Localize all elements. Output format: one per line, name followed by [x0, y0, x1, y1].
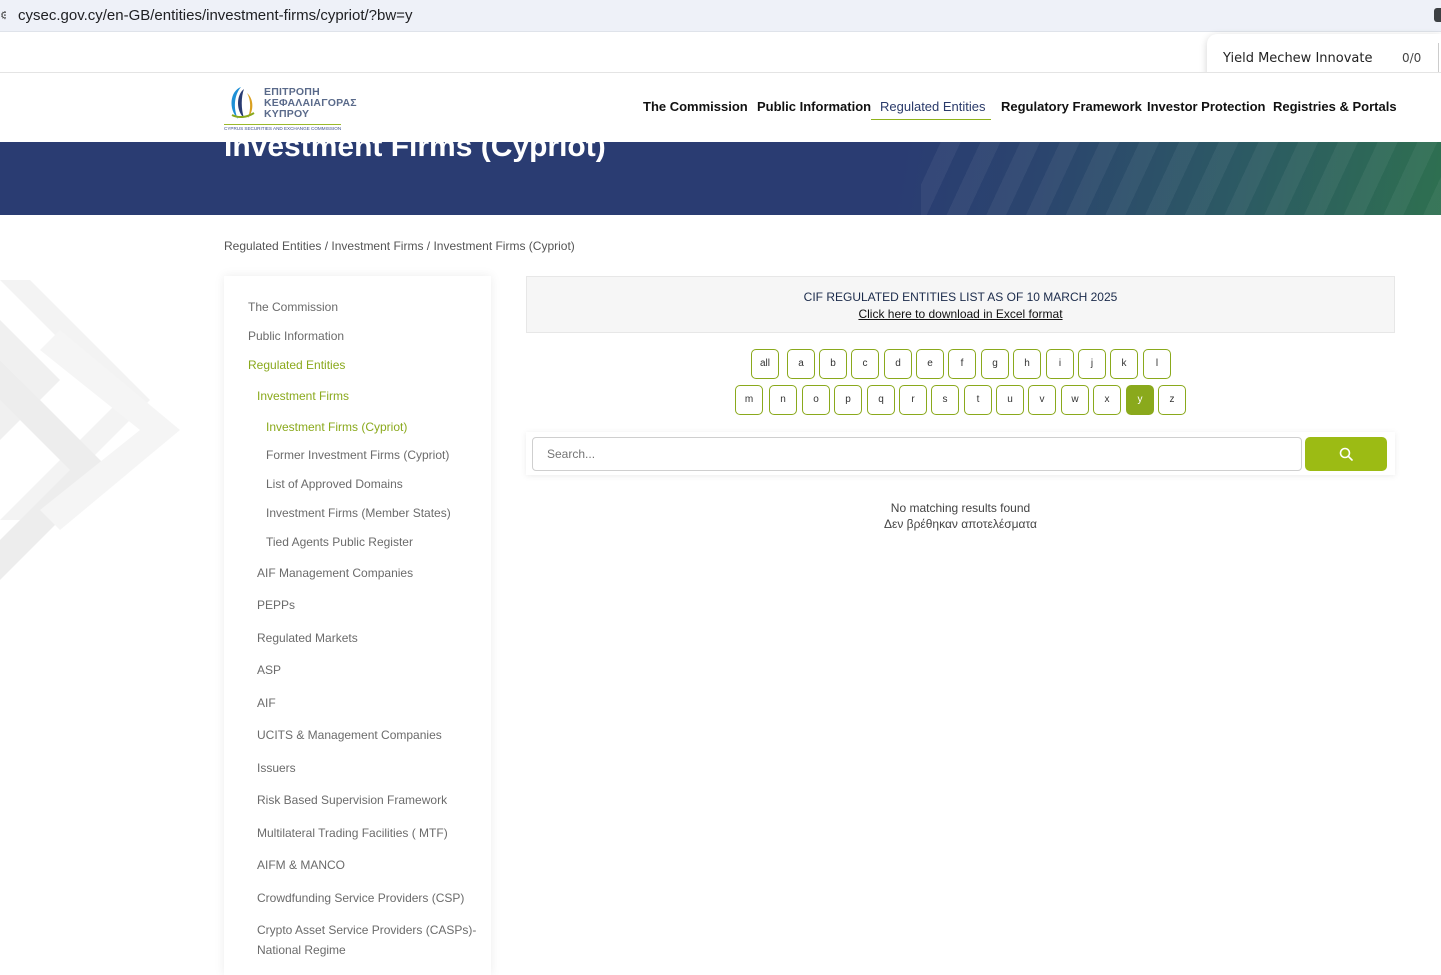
sidebar-item-csp[interactable]: Crowdfunding Service Providers (CSP): [257, 891, 464, 905]
page-hero-banner: Investment Firms (Cypriot): [0, 142, 1441, 215]
letter-filter-button[interactable]: r: [899, 385, 927, 415]
find-query-input[interactable]: Yield Mechew Innovate: [1223, 51, 1372, 66]
breadcrumb-separator: /: [423, 239, 434, 253]
extension-icon[interactable]: [1434, 8, 1441, 22]
notice-title: CIF REGULATED ENTITIES LIST AS OF 10 MAR…: [803, 290, 1118, 304]
nav-active-underline: [871, 119, 991, 120]
find-divider: [1438, 43, 1439, 74]
no-results-greek: Δεν βρέθηκαν αποτελέσματα: [883, 517, 1037, 531]
letter-filter-button[interactable]: e: [916, 349, 944, 379]
nav-investor-protection[interactable]: Investor Protection: [1147, 99, 1265, 114]
letter-filter-button[interactable]: o: [802, 385, 830, 415]
sidebar-item-aifm-manco[interactable]: AIFM & MANCO: [257, 858, 345, 872]
cysec-logo[interactable]: ΕΠΙΤΡΟΠΗ ΚΕΦΑΛΑΙΑΓΟΡΑΣ ΚΥΠΡΟΥ CYPRUS SEC…: [224, 84, 357, 132]
letter-filter-button[interactable]: d: [884, 349, 912, 379]
nav-regulatory-framework[interactable]: Regulatory Framework: [1001, 99, 1142, 114]
search-icon: [1339, 447, 1353, 461]
sidebar-item-regulated-markets[interactable]: Regulated Markets: [257, 631, 358, 645]
nav-registries-portals[interactable]: Registries & Portals: [1273, 99, 1397, 114]
letter-filter-button[interactable]: n: [769, 385, 797, 415]
logo-emblem-icon: [231, 87, 255, 119]
breadcrumb-separator: /: [321, 239, 332, 253]
letter-filter-button[interactable]: k: [1110, 349, 1138, 379]
logo-greek-line-3: ΚΥΠΡΟΥ: [264, 108, 310, 120]
sidebar-item-investment-firms-member-states[interactable]: Investment Firms (Member States): [266, 506, 451, 520]
nav-public-information[interactable]: Public Information: [757, 99, 871, 114]
cif-list-notice: CIF REGULATED ENTITIES LIST AS OF 10 MAR…: [526, 276, 1395, 333]
site-settings-icon[interactable]: ⚙: [0, 9, 6, 23]
nav-regulated-entities[interactable]: Regulated Entities: [880, 99, 986, 114]
excel-download-link[interactable]: Click here to download in Excel format: [527, 307, 1394, 321]
letter-filter-button[interactable]: x: [1093, 385, 1121, 415]
sidebar-item-investment-firms-cypriot[interactable]: Investment Firms (Cypriot): [266, 420, 407, 434]
breadcrumb-investment-firms[interactable]: Investment Firms: [331, 239, 423, 253]
search-input[interactable]: [532, 437, 1302, 471]
letter-filter-button[interactable]: b: [819, 349, 847, 379]
sidebar-item-ucits[interactable]: UCITS & Management Companies: [257, 728, 442, 742]
letter-filter-button[interactable]: m: [735, 385, 763, 415]
letter-filter-button[interactable]: a: [787, 349, 815, 379]
letter-filter-button[interactable]: i: [1046, 349, 1074, 379]
letter-filter-button[interactable]: f: [948, 349, 976, 379]
sidebar-item-the-commission[interactable]: The Commission: [248, 300, 338, 314]
letter-filter-button[interactable]: q: [867, 385, 895, 415]
sidebar-item-risk-based-supervision[interactable]: Risk Based Supervision Framework: [257, 793, 447, 807]
sidebar-item-pepps[interactable]: PEPPs: [257, 598, 295, 612]
sidebar-item-issuers[interactable]: Issuers: [257, 761, 296, 775]
letter-filter-button[interactable]: z: [1158, 385, 1186, 415]
sidebar-item-regulated-entities[interactable]: Regulated Entities: [248, 358, 345, 372]
page-title: Investment Firms (Cypriot): [224, 142, 606, 163]
letter-filter-button[interactable]: w: [1061, 385, 1089, 415]
letter-filter-button[interactable]: v: [1028, 385, 1056, 415]
letter-filter-button[interactable]: l: [1143, 349, 1171, 379]
logo-greek-text: ΕΠΙΤΡΟΠΗ ΚΕΦΑΛΑΙΑΓΟΡΑΣ ΚΥΠΡΟΥ: [264, 87, 357, 120]
sidebar-item-asp[interactable]: ASP: [257, 663, 281, 677]
letter-filter-button[interactable]: p: [834, 385, 862, 415]
sidebar-item-tied-agents[interactable]: Tied Agents Public Register: [266, 535, 413, 549]
find-match-count: 0/0: [1402, 51, 1422, 65]
browser-address-bar: ⚙ cysec.gov.cy/en-GB/entities/investment…: [0, 0, 1441, 32]
sidebar-item-approved-domains[interactable]: List of Approved Domains: [266, 477, 403, 491]
letter-filter-button[interactable]: g: [981, 349, 1009, 379]
background-chevron-decoration: [0, 280, 180, 580]
letter-filter-button[interactable]: h: [1013, 349, 1041, 379]
letter-filter-button[interactable]: c: [851, 349, 879, 379]
sidebar-item-mtf[interactable]: Multilateral Trading Facilities ( MTF): [257, 826, 448, 840]
letter-filter-button[interactable]: s: [931, 385, 959, 415]
no-results-message: No matching results found Δεν βρέθηκαν α…: [526, 500, 1395, 532]
letter-filter-button-selected[interactable]: y: [1126, 385, 1154, 415]
hero-pattern: [921, 142, 1441, 215]
sidebar-item-casps[interactable]: Crypto Asset Service Providers (CASPs)-N…: [257, 920, 477, 960]
letter-filter-button[interactable]: j: [1078, 349, 1106, 379]
breadcrumb-current: Investment Firms (Cypriot): [433, 239, 575, 253]
letter-filter-button[interactable]: all: [751, 349, 779, 379]
nav-the-commission[interactable]: The Commission: [643, 99, 748, 114]
no-results-english: No matching results found: [890, 501, 1031, 515]
logo-english-text: CYPRUS SECURITIES AND EXCHANGE COMMISSIO…: [224, 124, 342, 131]
sidebar-item-former-investment-firms[interactable]: Former Investment Firms (Cypriot): [266, 448, 449, 462]
sidebar-menu: The Commission Public Information Regula…: [224, 276, 491, 975]
sidebar-item-aif[interactable]: AIF: [257, 696, 276, 710]
sidebar-item-public-information[interactable]: Public Information: [248, 329, 344, 343]
breadcrumb: Regulated Entities / Investment Firms / …: [224, 239, 575, 253]
search-button[interactable]: [1305, 437, 1387, 471]
url-field[interactable]: cysec.gov.cy/en-GB/entities/investment-f…: [18, 7, 412, 24]
letter-filter-button[interactable]: u: [996, 385, 1024, 415]
letter-filter-button[interactable]: t: [964, 385, 992, 415]
breadcrumb-regulated-entities[interactable]: Regulated Entities: [224, 239, 321, 253]
sidebar-item-aif-management[interactable]: AIF Management Companies: [257, 566, 413, 580]
sidebar-item-investment-firms[interactable]: Investment Firms: [257, 389, 349, 403]
